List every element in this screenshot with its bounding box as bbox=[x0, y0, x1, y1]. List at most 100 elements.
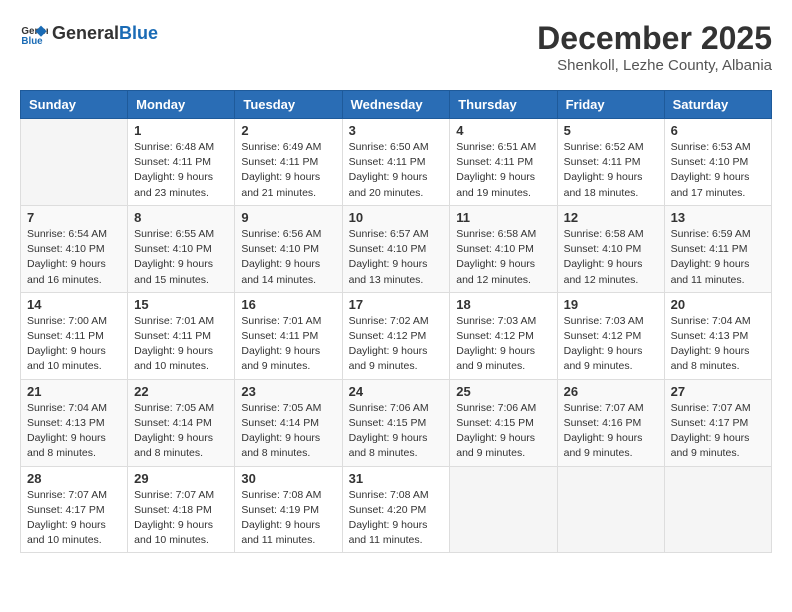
calendar-cell: 10 Sunrise: 6:57 AMSunset: 4:10 PMDayligh… bbox=[342, 205, 450, 292]
calendar-cell: 31 Sunrise: 7:08 AMSunset: 4:20 PMDayligh… bbox=[342, 466, 450, 553]
day-info: Sunrise: 7:08 AMSunset: 4:20 PMDaylight:… bbox=[349, 488, 444, 549]
day-info: Sunrise: 6:55 AMSunset: 4:10 PMDaylight:… bbox=[134, 227, 228, 288]
calendar-cell: 6 Sunrise: 6:53 AMSunset: 4:10 PMDaylight… bbox=[664, 119, 771, 206]
day-info: Sunrise: 7:06 AMSunset: 4:15 PMDaylight:… bbox=[456, 401, 550, 462]
calendar-cell: 25 Sunrise: 7:06 AMSunset: 4:15 PMDayligh… bbox=[450, 379, 557, 466]
calendar-cell: 22 Sunrise: 7:05 AMSunset: 4:14 PMDayligh… bbox=[128, 379, 235, 466]
calendar-cell: 11 Sunrise: 6:58 AMSunset: 4:10 PMDayligh… bbox=[450, 205, 557, 292]
day-number: 15 bbox=[134, 297, 228, 312]
calendar-cell: 28 Sunrise: 7:07 AMSunset: 4:17 PMDayligh… bbox=[21, 466, 128, 553]
calendar-week-row: 21 Sunrise: 7:04 AMSunset: 4:13 PMDayligh… bbox=[21, 379, 772, 466]
calendar-header-sunday: Sunday bbox=[21, 91, 128, 119]
calendar-cell bbox=[557, 466, 664, 553]
day-number: 17 bbox=[349, 297, 444, 312]
day-number: 16 bbox=[241, 297, 335, 312]
calendar-header-tuesday: Tuesday bbox=[235, 91, 342, 119]
calendar-cell: 3 Sunrise: 6:50 AMSunset: 4:11 PMDaylight… bbox=[342, 119, 450, 206]
day-info: Sunrise: 6:52 AMSunset: 4:11 PMDaylight:… bbox=[564, 140, 658, 201]
calendar-cell: 7 Sunrise: 6:54 AMSunset: 4:10 PMDaylight… bbox=[21, 205, 128, 292]
calendar-header-friday: Friday bbox=[557, 91, 664, 119]
day-number: 25 bbox=[456, 384, 550, 399]
calendar-header-row: SundayMondayTuesdayWednesdayThursdayFrid… bbox=[21, 91, 772, 119]
svg-text:Blue: Blue bbox=[21, 36, 43, 47]
day-number: 3 bbox=[349, 123, 444, 138]
calendar-cell: 26 Sunrise: 7:07 AMSunset: 4:16 PMDayligh… bbox=[557, 379, 664, 466]
day-info: Sunrise: 6:58 AMSunset: 4:10 PMDaylight:… bbox=[564, 227, 658, 288]
page-header: General Blue GeneralBlue December 2025 S… bbox=[20, 20, 772, 74]
day-info: Sunrise: 7:00 AMSunset: 4:11 PMDaylight:… bbox=[27, 314, 121, 375]
day-number: 29 bbox=[134, 471, 228, 486]
day-number: 26 bbox=[564, 384, 658, 399]
day-number: 18 bbox=[456, 297, 550, 312]
day-number: 7 bbox=[27, 210, 121, 225]
day-number: 5 bbox=[564, 123, 658, 138]
day-info: Sunrise: 6:54 AMSunset: 4:10 PMDaylight:… bbox=[27, 227, 121, 288]
calendar-week-row: 7 Sunrise: 6:54 AMSunset: 4:10 PMDaylight… bbox=[21, 205, 772, 292]
day-info: Sunrise: 7:04 AMSunset: 4:13 PMDaylight:… bbox=[27, 401, 121, 462]
calendar-cell: 2Sunrise: 6:49 AMSunset: 4:11 PMDaylight… bbox=[235, 119, 342, 206]
day-info: Sunrise: 6:53 AMSunset: 4:10 PMDaylight:… bbox=[671, 140, 765, 201]
day-number: 4 bbox=[456, 123, 550, 138]
calendar-cell: 30Sunrise: 7:08 AMSunset: 4:19 PMDayligh… bbox=[235, 466, 342, 553]
calendar-cell: 29 Sunrise: 7:07 AMSunset: 4:18 PMDayligh… bbox=[128, 466, 235, 553]
day-info: Sunrise: 7:01 AMSunset: 4:11 PMDaylight:… bbox=[241, 314, 335, 375]
day-info: Sunrise: 6:50 AMSunset: 4:11 PMDaylight:… bbox=[349, 140, 444, 201]
calendar-table: SundayMondayTuesdayWednesdayThursdayFrid… bbox=[20, 90, 772, 553]
title-block: December 2025 Shenkoll, Lezhe County, Al… bbox=[537, 20, 772, 74]
logo-general-text: GeneralBlue bbox=[52, 24, 158, 44]
calendar-cell: 16 Sunrise: 7:01 AMSunset: 4:11 PMDayligh… bbox=[235, 292, 342, 379]
day-number: 22 bbox=[134, 384, 228, 399]
day-number: 2 bbox=[241, 123, 335, 138]
calendar-cell: 20Sunrise: 7:04 AMSunset: 4:13 PMDayligh… bbox=[664, 292, 771, 379]
day-info: Sunrise: 6:59 AMSunset: 4:11 PMDaylight:… bbox=[671, 227, 765, 288]
calendar-week-row: 28 Sunrise: 7:07 AMSunset: 4:17 PMDayligh… bbox=[21, 466, 772, 553]
day-info: Sunrise: 7:06 AMSunset: 4:15 PMDaylight:… bbox=[349, 401, 444, 462]
day-info: Sunrise: 7:07 AMSunset: 4:17 PMDaylight:… bbox=[27, 488, 121, 549]
calendar-header-wednesday: Wednesday bbox=[342, 91, 450, 119]
location-subtitle: Shenkoll, Lezhe County, Albania bbox=[537, 57, 772, 74]
day-info: Sunrise: 6:48 AMSunset: 4:11 PMDaylight:… bbox=[134, 140, 228, 201]
month-title: December 2025 bbox=[537, 20, 772, 57]
calendar-cell: 15Sunrise: 7:01 AMSunset: 4:11 PMDayligh… bbox=[128, 292, 235, 379]
day-info: Sunrise: 6:58 AMSunset: 4:10 PMDaylight:… bbox=[456, 227, 550, 288]
calendar-cell: 18Sunrise: 7:03 AMSunset: 4:12 PMDayligh… bbox=[450, 292, 557, 379]
day-number: 1 bbox=[134, 123, 228, 138]
day-number: 20 bbox=[671, 297, 765, 312]
day-info: Sunrise: 6:51 AMSunset: 4:11 PMDaylight:… bbox=[456, 140, 550, 201]
day-number: 6 bbox=[671, 123, 765, 138]
day-number: 9 bbox=[241, 210, 335, 225]
calendar-cell: 12 Sunrise: 6:58 AMSunset: 4:10 PMDayligh… bbox=[557, 205, 664, 292]
day-info: Sunrise: 7:02 AMSunset: 4:12 PMDaylight:… bbox=[349, 314, 444, 375]
day-number: 8 bbox=[134, 210, 228, 225]
day-number: 10 bbox=[349, 210, 444, 225]
day-number: 27 bbox=[671, 384, 765, 399]
day-info: Sunrise: 7:07 AMSunset: 4:16 PMDaylight:… bbox=[564, 401, 658, 462]
day-number: 21 bbox=[27, 384, 121, 399]
day-number: 19 bbox=[564, 297, 658, 312]
calendar-cell: 4 Sunrise: 6:51 AMSunset: 4:11 PMDaylight… bbox=[450, 119, 557, 206]
calendar-week-row: 14Sunrise: 7:00 AMSunset: 4:11 PMDayligh… bbox=[21, 292, 772, 379]
calendar-cell: 5 Sunrise: 6:52 AMSunset: 4:11 PMDaylight… bbox=[557, 119, 664, 206]
day-number: 28 bbox=[27, 471, 121, 486]
day-number: 11 bbox=[456, 210, 550, 225]
calendar-cell: 13Sunrise: 6:59 AMSunset: 4:11 PMDayligh… bbox=[664, 205, 771, 292]
calendar-cell: 8 Sunrise: 6:55 AMSunset: 4:10 PMDaylight… bbox=[128, 205, 235, 292]
calendar-cell bbox=[21, 119, 128, 206]
calendar-cell: 27Sunrise: 7:07 AMSunset: 4:17 PMDayligh… bbox=[664, 379, 771, 466]
calendar-cell bbox=[450, 466, 557, 553]
day-number: 30 bbox=[241, 471, 335, 486]
day-number: 24 bbox=[349, 384, 444, 399]
logo: General Blue GeneralBlue bbox=[20, 20, 158, 48]
calendar-cell: 24 Sunrise: 7:06 AMSunset: 4:15 PMDayligh… bbox=[342, 379, 450, 466]
day-info: Sunrise: 7:05 AMSunset: 4:14 PMDaylight:… bbox=[241, 401, 335, 462]
day-info: Sunrise: 7:05 AMSunset: 4:14 PMDaylight:… bbox=[134, 401, 228, 462]
day-number: 12 bbox=[564, 210, 658, 225]
calendar-cell: 1 Sunrise: 6:48 AMSunset: 4:11 PMDaylight… bbox=[128, 119, 235, 206]
day-info: Sunrise: 7:07 AMSunset: 4:18 PMDaylight:… bbox=[134, 488, 228, 549]
calendar-week-row: 1 Sunrise: 6:48 AMSunset: 4:11 PMDaylight… bbox=[21, 119, 772, 206]
day-number: 31 bbox=[349, 471, 444, 486]
calendar-cell bbox=[664, 466, 771, 553]
calendar-header-saturday: Saturday bbox=[664, 91, 771, 119]
day-info: Sunrise: 6:57 AMSunset: 4:10 PMDaylight:… bbox=[349, 227, 444, 288]
calendar-header-thursday: Thursday bbox=[450, 91, 557, 119]
